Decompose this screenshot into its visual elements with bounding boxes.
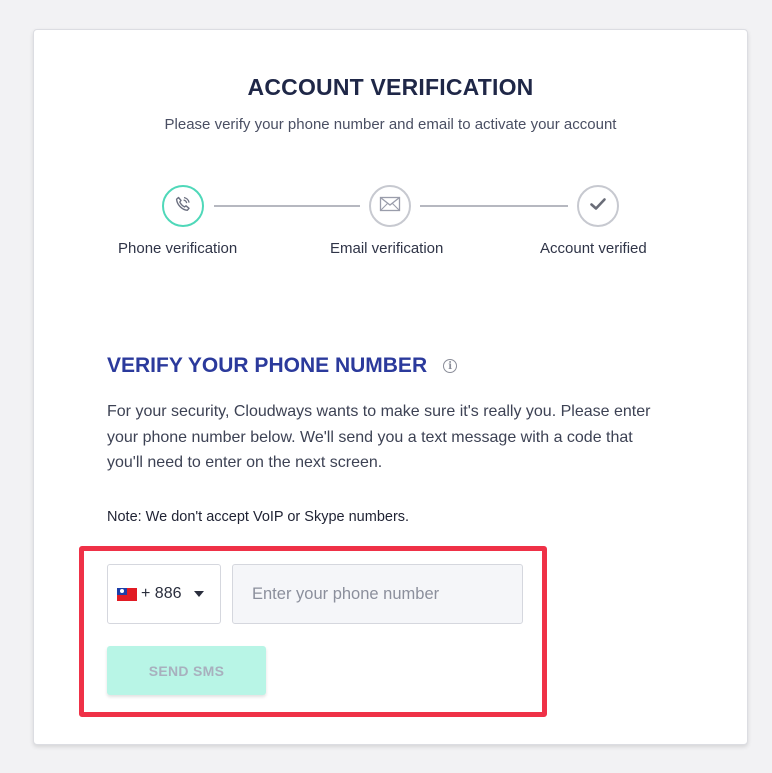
verification-card: ACCOUNT VERIFICATION Please verify your …: [33, 29, 748, 745]
voip-note: Note: We don't accept VoIP or Skype numb…: [107, 509, 410, 525]
envelope-icon: [379, 196, 401, 217]
country-code-select[interactable]: + 886: [107, 564, 221, 624]
send-sms-button[interactable]: SEND SMS: [107, 646, 266, 695]
step-connector-2: [420, 205, 568, 207]
phone-icon: [173, 194, 193, 219]
step-label-email: Email verification: [330, 240, 444, 257]
section-title-text: VERIFY YOUR PHONE NUMBER: [107, 354, 428, 377]
step-connector-1: [214, 205, 360, 207]
step-phone-circle: [162, 185, 204, 227]
info-icon[interactable]: i: [443, 359, 458, 373]
chevron-down-icon: [194, 591, 205, 597]
checkmark-icon: [589, 197, 607, 216]
phone-number-input[interactable]: [232, 564, 523, 624]
section-title: VERIFY YOUR PHONE NUMBER i: [107, 354, 458, 378]
taiwan-flag-icon: [117, 587, 137, 601]
page-title: ACCOUNT VERIFICATION: [247, 74, 534, 100]
step-label-verified: Account verified: [540, 240, 647, 257]
step-email-circle: [369, 185, 411, 227]
dial-code: + 886: [141, 585, 182, 602]
section-description: For your security, Cloudways wants to ma…: [107, 403, 651, 471]
page-subtitle: Please verify your phone number and emai…: [164, 116, 617, 133]
step-verified-circle: [577, 185, 619, 227]
step-label-phone: Phone verification: [118, 240, 238, 257]
